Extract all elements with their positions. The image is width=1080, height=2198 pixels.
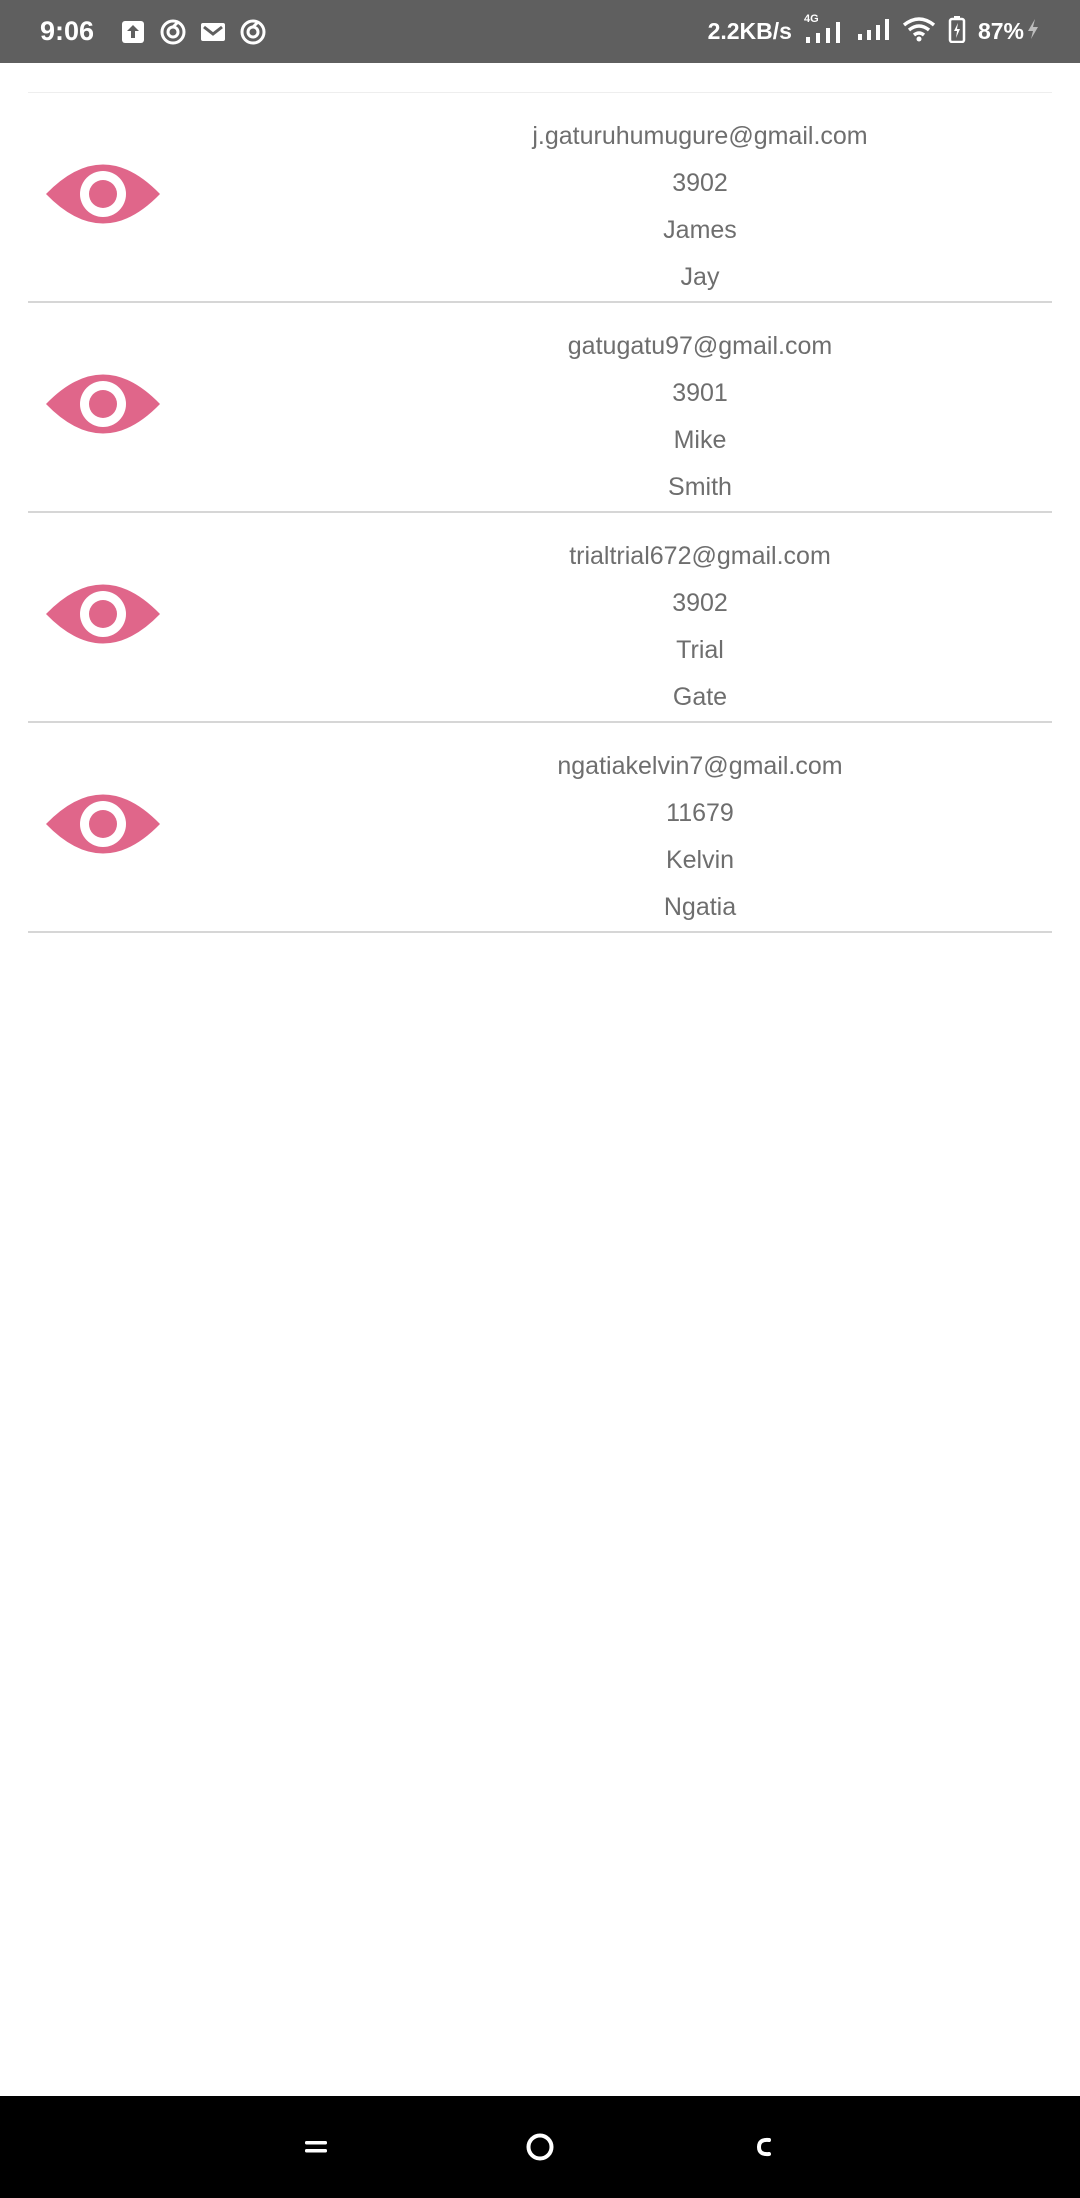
user-first-name: Mike xyxy=(673,426,727,454)
user-info: gatugatu97@gmail.com 3901 Mike Smith xyxy=(188,303,1052,511)
list-item[interactable]: ngatiakelvin7@gmail.com 11679 Kelvin Nga… xyxy=(28,723,1052,933)
charging-icon xyxy=(1026,18,1040,46)
battery-percent: 87% xyxy=(977,18,1024,44)
status-time: 9:06 xyxy=(40,16,95,46)
signal-icon: 4G xyxy=(804,13,844,45)
status-right: 2.2KB/s 4G 87% xyxy=(707,13,1040,49)
list-item[interactable]: j.gaturuhumugure@gmail.com 3902 James Ja… xyxy=(28,93,1052,303)
user-first-name: Kelvin xyxy=(665,846,735,874)
user-code: 3902 xyxy=(672,169,728,197)
user-info: j.gaturuhumugure@gmail.com 3902 James Ja… xyxy=(188,93,1052,301)
user-email: gatugatu97@gmail.com xyxy=(567,332,833,360)
user-last-name: Smith xyxy=(668,473,732,501)
home-button[interactable] xyxy=(517,2124,563,2170)
user-code: 3901 xyxy=(672,379,728,407)
eye-icon[interactable] xyxy=(44,363,162,445)
user-info: trialtrial672@gmail.com 3902 Trial Gate xyxy=(188,513,1052,721)
eye-icon[interactable] xyxy=(44,573,162,655)
net-speed: 2.2KB/s xyxy=(707,18,792,44)
wifi-icon xyxy=(902,16,936,48)
user-code: 3902 xyxy=(672,589,728,617)
user-email: trialtrial672@gmail.com xyxy=(569,542,831,570)
eye-icon[interactable] xyxy=(44,153,162,235)
system-nav-bar xyxy=(0,2096,1080,2198)
user-last-name: Ngatia xyxy=(663,893,737,921)
gmail-icon xyxy=(200,19,226,45)
back-icon xyxy=(756,2137,771,2157)
user-email: ngatiakelvin7@gmail.com xyxy=(557,752,843,780)
user-email: j.gaturuhumugure@gmail.com xyxy=(532,122,868,150)
app-notification-icon xyxy=(240,19,266,45)
recents-button[interactable] xyxy=(293,2124,339,2170)
signal-icon xyxy=(856,16,890,48)
list-item[interactable]: gatugatu97@gmail.com 3901 Mike Smith xyxy=(28,303,1052,513)
user-info: ngatiakelvin7@gmail.com 11679 Kelvin Nga… xyxy=(188,723,1052,931)
user-last-name: Jay xyxy=(680,263,720,291)
user-code: 11679 xyxy=(666,799,734,827)
battery-icon xyxy=(948,15,966,49)
status-left: 9:06 xyxy=(40,16,266,47)
back-button[interactable] xyxy=(741,2124,787,2170)
upload-icon xyxy=(120,19,146,45)
eye-icon[interactable] xyxy=(44,783,162,865)
user-last-name: Gate xyxy=(672,683,728,711)
user-first-name: Trial xyxy=(676,636,724,664)
home-icon xyxy=(526,2133,554,2161)
user-first-name: James xyxy=(663,216,737,244)
app-notification-icon xyxy=(160,19,186,45)
status-bar: 9:06 2.2KB/s 4G 87% xyxy=(0,0,1080,63)
list-item[interactable]: trialtrial672@gmail.com 3902 Trial Gate xyxy=(28,513,1052,723)
recents-icon xyxy=(305,2141,327,2153)
network-type: 4G xyxy=(803,12,819,25)
user-list: j.gaturuhumugure@gmail.com 3902 James Ja… xyxy=(28,92,1052,933)
